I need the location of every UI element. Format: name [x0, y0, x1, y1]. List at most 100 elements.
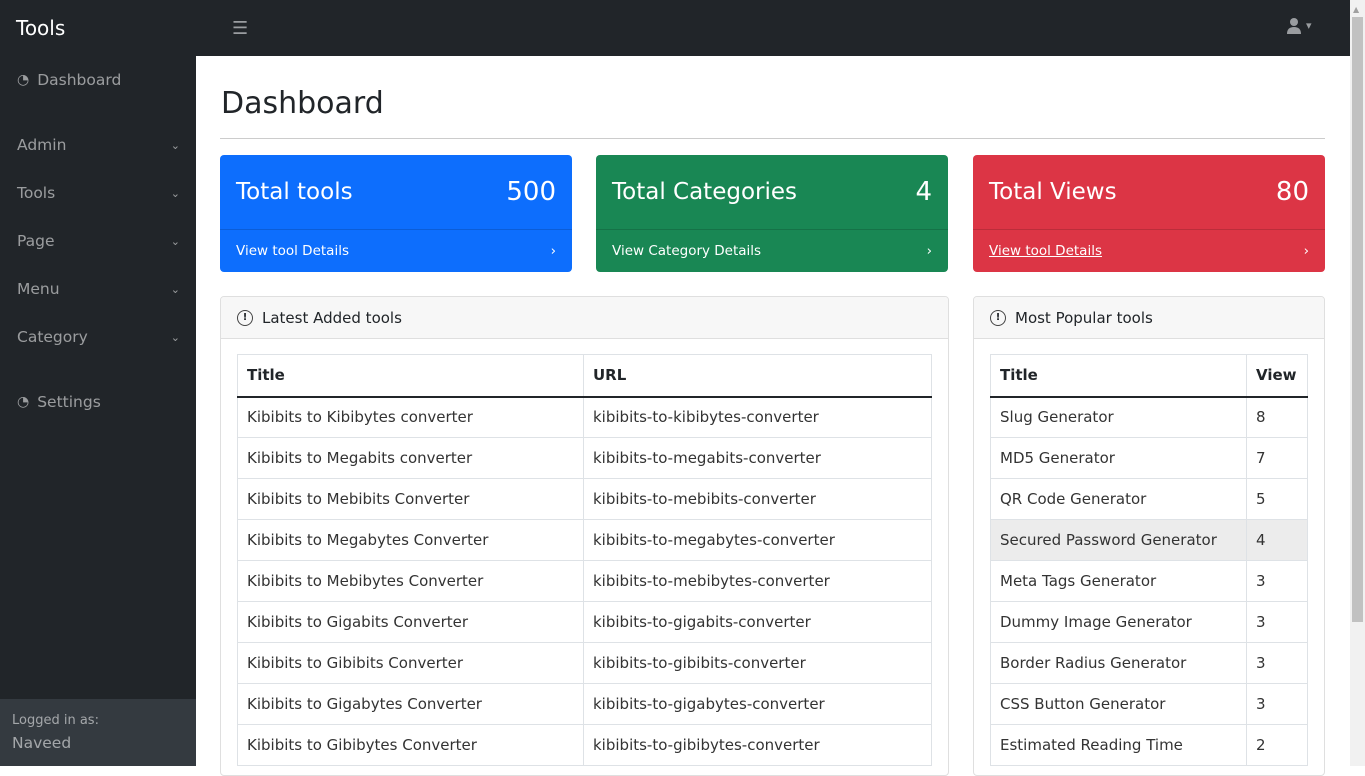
table-row[interactable]: Border Radius Generator 3: [990, 642, 1308, 684]
chevron-down-icon: ⌄: [170, 138, 180, 152]
latest-tools-table: Title URL Kibibits to Kibibytes converter…: [237, 354, 932, 766]
chevron-right-icon: ›: [1303, 243, 1309, 259]
sidebar-item-page[interactable]: Page ⌄: [0, 221, 196, 261]
sidebar-item-menu[interactable]: Menu ⌄: [0, 269, 196, 309]
table-cell: Kibibits to Gigabytes Converter: [237, 683, 584, 725]
table-row[interactable]: Slug Generator 8: [990, 396, 1308, 438]
user-icon: [1287, 18, 1301, 34]
table-cell: 3: [1246, 683, 1308, 725]
caret-down-icon: ▾: [1306, 19, 1312, 32]
column-header: Title: [237, 354, 584, 398]
total-categories-card: Total Categories 4 View Category Details ›: [596, 155, 948, 272]
table-cell: Kibibits to Mebibytes Converter: [237, 560, 584, 602]
divider: [220, 138, 1325, 139]
table-row[interactable]: Kibibits to Mebibits Converter kibibits-t…: [237, 478, 932, 520]
table-row[interactable]: Secured Password Generator 4: [990, 519, 1308, 561]
card-link-label: View tool Details: [989, 243, 1102, 259]
table-cell: Border Radius Generator: [990, 642, 1247, 684]
table-row[interactable]: Kibibits to Megabits converter kibibits-t…: [237, 437, 932, 479]
column-header: View: [1246, 354, 1308, 398]
view-views-details-link[interactable]: View tool Details ›: [973, 230, 1325, 272]
page-scrollbar[interactable]: ▲: [1350, 0, 1365, 766]
table-row[interactable]: QR Code Generator 5: [990, 478, 1308, 520]
info-circle-icon: !: [990, 309, 1006, 326]
card-value: 500: [506, 177, 556, 207]
sidebar-item-settings[interactable]: ◔ Settings: [0, 382, 196, 422]
chevron-down-icon: ⌄: [170, 330, 180, 344]
panel-title: Most Popular tools: [1015, 308, 1153, 327]
popular-tools-panel: ! Most Popular tools Title View Slug Gener…: [973, 296, 1325, 776]
latest-tools-panel: ! Latest Added tools Title URL Kibibits to…: [220, 296, 949, 776]
table-row[interactable]: Estimated Reading Time 2: [990, 724, 1308, 766]
page-title: Dashboard: [221, 86, 384, 121]
sidebar: ◔ Dashboard Admin ⌄ Tools ⌄ Page ⌄ Menu ⌄ Cat…: [0, 56, 196, 766]
scroll-up-icon[interactable]: ▲: [1353, 5, 1359, 14]
table-cell: kibibits-to-mebibytes-converter: [583, 560, 932, 602]
table-cell: Kibibits to Mebibits Converter: [237, 478, 584, 520]
table-cell: 3: [1246, 642, 1308, 684]
table-row[interactable]: Kibibits to Gibibits Converter kibibits-t…: [237, 642, 932, 684]
chevron-down-icon: ⌄: [170, 186, 180, 200]
table-cell: Kibibits to Kibibytes converter: [237, 396, 584, 438]
sidebar-item-category[interactable]: Category ⌄: [0, 317, 196, 357]
table-cell: kibibits-to-gigabytes-converter: [583, 683, 932, 725]
table-cell: Secured Password Generator: [990, 519, 1247, 561]
logged-in-user: Naveed: [12, 734, 72, 752]
table-cell: kibibits-to-megabits-converter: [583, 437, 932, 479]
chevron-down-icon: ⌄: [170, 282, 180, 296]
table-cell: 8: [1246, 396, 1308, 438]
table-row[interactable]: Kibibits to Kibibytes converter kibibits-…: [237, 396, 932, 438]
table-row[interactable]: Meta Tags Generator 3: [990, 560, 1308, 602]
table-row[interactable]: CSS Button Generator 3: [990, 683, 1308, 725]
sidebar-footer: Logged in as: Naveed: [0, 699, 196, 766]
table-row[interactable]: Kibibits to Mebibytes Converter kibibits-…: [237, 560, 932, 602]
table-cell: CSS Button Generator: [990, 683, 1247, 725]
view-tool-details-link[interactable]: View tool Details ›: [220, 230, 572, 272]
table-row[interactable]: MD5 Generator 7: [990, 437, 1308, 479]
top-navbar: Tools ☰ ▾: [0, 0, 1350, 56]
table-row[interactable]: Kibibits to Megabytes Converter kibibits-…: [237, 519, 932, 561]
panel-title: Latest Added tools: [262, 308, 402, 327]
table-row[interactable]: Kibibits to Gibibytes Converter kibibits-…: [237, 724, 932, 766]
sidebar-item-label: Page: [17, 232, 55, 250]
table-cell: Slug Generator: [990, 396, 1247, 438]
column-header: URL: [583, 354, 932, 398]
card-value: 80: [1275, 177, 1309, 207]
logged-in-label: Logged in as:: [12, 713, 99, 728]
sidebar-item-tools[interactable]: Tools ⌄: [0, 173, 196, 213]
table-cell: 5: [1246, 478, 1308, 520]
table-cell: Dummy Image Generator: [990, 601, 1247, 643]
table-cell: 2: [1246, 724, 1308, 766]
brand-logo[interactable]: Tools: [16, 16, 65, 40]
chevron-down-icon: ⌄: [170, 234, 180, 248]
table-row[interactable]: Dummy Image Generator 3: [990, 601, 1308, 643]
sidebar-item-admin[interactable]: Admin ⌄: [0, 125, 196, 165]
table-cell: 3: [1246, 601, 1308, 643]
info-circle-icon: !: [237, 309, 253, 326]
card-value: 4: [915, 177, 932, 207]
user-menu-button[interactable]: ▾: [1286, 17, 1312, 34]
sidebar-item-label: Settings: [37, 393, 101, 411]
table-cell: kibibits-to-mebibits-converter: [583, 478, 932, 520]
card-title: Total tools: [236, 179, 353, 205]
table-cell: QR Code Generator: [990, 478, 1247, 520]
table-cell: kibibits-to-megabytes-converter: [583, 519, 932, 561]
view-category-details-link[interactable]: View Category Details ›: [596, 230, 948, 272]
table-row[interactable]: Kibibits to Gigabits Converter kibibits-t…: [237, 601, 932, 643]
table-cell: MD5 Generator: [990, 437, 1247, 479]
sidebar-item-label: Dashboard: [37, 71, 122, 89]
sidebar-item-label: Tools: [17, 184, 56, 202]
popular-tools-table: Title View Slug Generator 8 MD5 Generator 7 Q…: [990, 354, 1308, 766]
gauge-icon: ◔: [17, 72, 30, 88]
total-views-card: Total Views 80 View tool Details ›: [973, 155, 1325, 272]
gauge-icon: ◔: [17, 394, 30, 410]
table-cell: Kibibits to Gibibits Converter: [237, 642, 584, 684]
sidebar-toggle-icon[interactable]: ☰: [232, 18, 248, 39]
table-cell: 4: [1246, 519, 1308, 561]
card-title: Total Categories: [612, 179, 797, 205]
sidebar-item-label: Menu: [17, 280, 60, 298]
scrollbar-thumb[interactable]: [1352, 17, 1363, 622]
table-cell: kibibits-to-kibibytes-converter: [583, 396, 932, 438]
sidebar-item-dashboard[interactable]: ◔ Dashboard: [0, 60, 196, 100]
table-row[interactable]: Kibibits to Gigabytes Converter kibibits-…: [237, 683, 932, 725]
